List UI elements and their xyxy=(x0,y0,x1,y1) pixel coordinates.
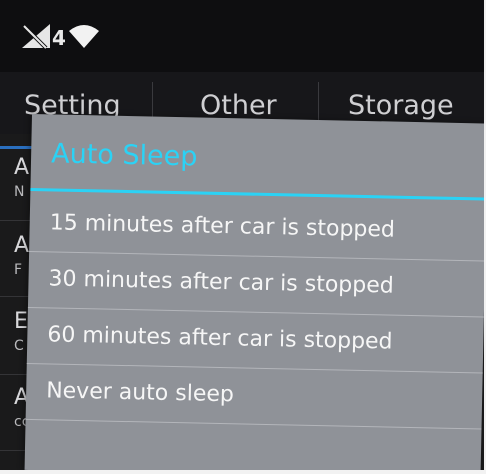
option-15-minutes[interactable]: 15 minutes after car is stopped xyxy=(29,196,484,262)
dialog-title: Auto Sleep xyxy=(50,138,198,173)
auto-sleep-dialog: Auto Sleep 15 minutes after car is stopp… xyxy=(24,114,484,470)
option-never-sleep[interactable]: Never auto sleep xyxy=(25,364,483,430)
signal-off-icon xyxy=(20,22,52,54)
tab-other[interactable]: Other xyxy=(200,90,277,121)
device-screen: 4 Setting Other Storage A N A F E C A cc… xyxy=(0,0,484,470)
option-divider xyxy=(25,418,482,430)
status-icons: 4 xyxy=(20,24,100,52)
option-60-minutes[interactable]: 60 minutes after car is stopped xyxy=(26,308,484,374)
option-label: 60 minutes after car is stopped xyxy=(47,322,393,355)
option-label: 15 minutes after car is stopped xyxy=(49,210,396,243)
option-30-minutes[interactable]: 30 minutes after car is stopped xyxy=(27,252,484,318)
status-bar: 4 xyxy=(0,0,484,72)
option-label: Never auto sleep xyxy=(45,378,235,408)
signal-label: 4 xyxy=(52,26,66,50)
tab-storage[interactable]: Storage xyxy=(348,90,454,121)
wifi-icon xyxy=(68,23,100,53)
tab-divider xyxy=(318,82,319,122)
option-label: 30 minutes after car is stopped xyxy=(48,266,394,299)
